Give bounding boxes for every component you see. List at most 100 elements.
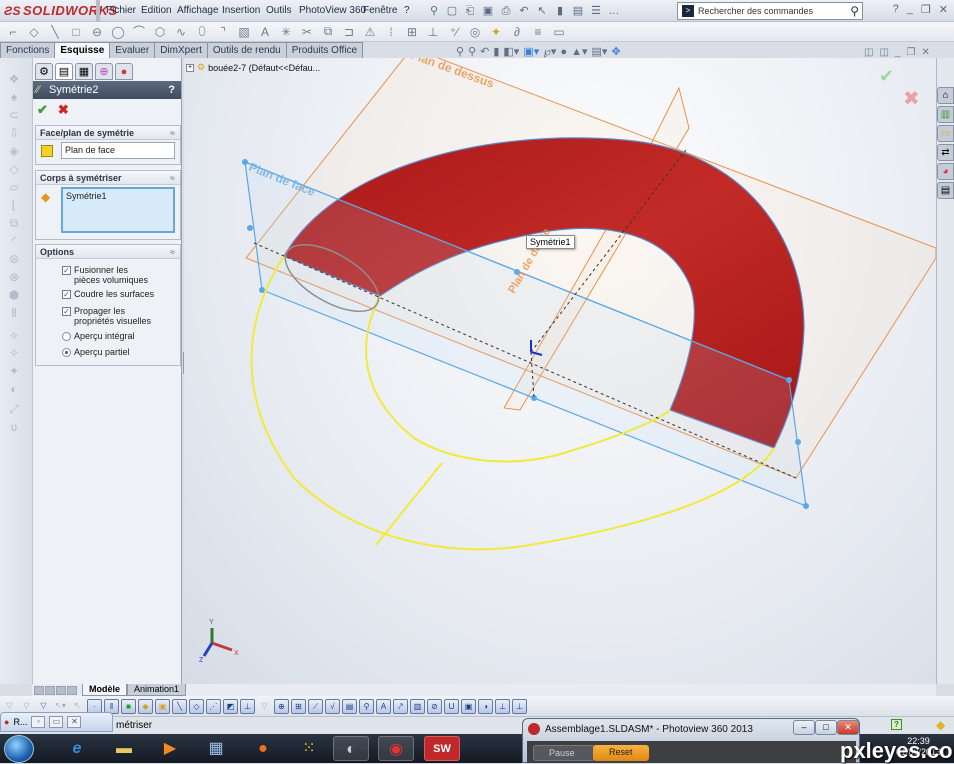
filter-center-marks-icon[interactable]: ▽ [257, 699, 272, 714]
next-tab-button[interactable] [56, 685, 66, 695]
start-button[interactable] [4, 735, 34, 763]
filter-solid-bodies-icon[interactable]: ▣ [155, 698, 170, 714]
filter-datum-targets-icon[interactable]: ⤤ [393, 698, 408, 714]
pin-icon[interactable]: ⚲ [426, 3, 442, 19]
tab-model[interactable]: Modèle [82, 684, 128, 696]
save-icon[interactable]: ▣ [480, 3, 496, 19]
help-button[interactable]: ? [168, 81, 175, 99]
trim-surface-icon[interactable]: ⊜ [6, 252, 22, 266]
tab-produits-office[interactable]: Produits Office [285, 42, 364, 58]
prev-tab-button[interactable] [45, 685, 55, 695]
pause-button[interactable]: Pause [533, 745, 595, 761]
collapse-icon[interactable]: ≈ [170, 126, 175, 140]
solidworks-launcher-icon[interactable]: ◉ [378, 736, 414, 761]
knit-surface-icon[interactable]: ⬢ [6, 288, 22, 302]
zoom-to-fit-icon[interactable]: ⚲ [456, 45, 464, 58]
minimize-icon[interactable]: _ [907, 3, 913, 16]
tab-fonctions[interactable]: Fonctions [0, 42, 56, 58]
ruled-surface-icon[interactable]: ⧉ [6, 216, 22, 230]
print-icon[interactable]: ⎙ [498, 3, 514, 19]
previous-view-icon[interactable]: ↶ [480, 45, 489, 58]
media-player-icon[interactable]: ▶ [157, 736, 183, 761]
filter-geometric-tolerance-icon[interactable]: √ [325, 698, 340, 714]
edit-appearance-icon[interactable]: ● [560, 46, 567, 58]
view-settings-icon[interactable]: ▤▾ [592, 45, 608, 58]
solidworks-logo[interactable]: ƧS SOLIDWORKS [4, 3, 118, 18]
filter-centerline-icon[interactable]: ⊕ [274, 698, 289, 714]
thicken-icon[interactable]: Ⅱ [6, 306, 22, 320]
graphics-area[interactable]: Plan de dessus Plan de face Plan de droi… [184, 58, 936, 684]
pv-maximize-button[interactable]: □ [815, 720, 837, 735]
fill-icon[interactable]: ◇ [6, 162, 22, 176]
view-orientation-icon[interactable]: ◧▾ [503, 45, 519, 58]
options-icon[interactable]: ☰ [588, 3, 604, 19]
curves-icon[interactable]: ⤢ [6, 402, 22, 416]
slot-icon[interactable]: ⊖ [88, 25, 106, 39]
confirm-ok-icon[interactable]: ✔ [879, 66, 894, 87]
split-right-icon[interactable]: ◫ [879, 47, 888, 58]
filter-planes-icon[interactable]: ◇ [189, 698, 204, 714]
move-face-icon[interactable]: ⟡ [6, 328, 22, 342]
close-icon[interactable]: ✕ [939, 3, 948, 16]
minimized-window[interactable]: ● R... ▫ ▭ ✕ [0, 712, 113, 732]
feature-manager-tab[interactable]: ⚙ [35, 63, 53, 80]
text-icon[interactable]: A [256, 25, 274, 39]
design-library-icon[interactable]: ▥ [937, 106, 954, 123]
smart-dimension-icon[interactable]: ◇ [25, 25, 43, 39]
file-explorer-icon[interactable]: ▭ [937, 125, 954, 142]
extrude-icon[interactable]: ❖ [6, 72, 22, 86]
checkbox[interactable]: ✓ [62, 307, 71, 316]
filter-balloons-icon[interactable]: ⚲ [359, 698, 374, 714]
view-palette-icon[interactable]: ⇄ [937, 144, 954, 161]
appearances-icon[interactable]: ◕ [937, 163, 954, 180]
filter-notes-icon[interactable]: ▤ [342, 698, 357, 714]
boundary-icon[interactable]: ◈ [6, 144, 22, 158]
help-icon[interactable]: ? [893, 3, 899, 16]
filter-midpoints-icon[interactable]: ⊥ [240, 698, 255, 714]
revolve-icon[interactable]: ♠ [6, 90, 22, 104]
group-header[interactable]: Corps à symétriser ≈ [36, 171, 180, 185]
arc-icon[interactable]: ⌒ [130, 23, 148, 40]
command-search[interactable]: > Rechercher des commandes ⚲ [677, 2, 863, 20]
move-entities-icon[interactable]: ⊞ [403, 25, 421, 39]
convert-entities-icon[interactable]: ⧉ [319, 24, 337, 39]
untrim-icon[interactable]: ✦ [6, 364, 22, 378]
confirm-cancel-icon[interactable]: ✖ [903, 86, 920, 111]
instant2d-icon[interactable]: ∂ [508, 25, 526, 39]
filter-surface-bodies-icon[interactable]: ◆ [138, 698, 153, 714]
filter-surface-finish-icon[interactable]: ⟋ [308, 698, 323, 714]
calculator-icon[interactable]: ▦ [203, 736, 229, 761]
tree-root-item[interactable]: bouée2-7 (Défaut<<Défau... [208, 63, 320, 73]
line-icon[interactable]: ╲ [46, 25, 64, 39]
solidworks-app-icon[interactable]: SW [424, 736, 460, 761]
pv-close-button[interactable]: ✕ [837, 720, 859, 735]
bodies-list[interactable]: Symétrie1 [61, 187, 175, 233]
sweep-icon[interactable]: ⊂ [6, 108, 22, 122]
file-properties-icon[interactable]: ▤ [570, 3, 586, 19]
fillet-surface-icon[interactable]: ◜ [6, 234, 22, 248]
menu-fichier[interactable]: Fichier [106, 5, 136, 16]
filter-routing-points-icon[interactable]: ⊥ [495, 698, 510, 714]
filter-axes-icon[interactable]: ╲ [172, 698, 187, 714]
tag-icon[interactable]: ◆ [936, 718, 945, 732]
rectangle-icon[interactable]: □ [67, 25, 85, 39]
tab-animation1[interactable]: Animation1 [127, 684, 187, 696]
new-document-icon[interactable]: ▢ [444, 3, 460, 19]
filter-cosmetic-thread-icon[interactable]: Ｕ [444, 698, 459, 714]
maximize-icon[interactable]: ▭ [49, 716, 64, 728]
mirror-plane-field[interactable]: Plan de face [61, 142, 175, 159]
dimxpert-manager-tab[interactable]: ⊕ [95, 63, 113, 80]
zoom-to-area-icon[interactable]: ⚲ [468, 45, 476, 58]
menu-insertion[interactable]: Insertion [222, 5, 260, 16]
option-knit-surfaces[interactable]: ✓ Coudre les surfaces [62, 289, 154, 299]
filter-hatch-icon[interactable]: ▥ [410, 698, 425, 714]
rapid-sketch-icon[interactable]: ✦ [487, 25, 505, 39]
hide-show-icon[interactable]: ℘▾ [543, 45, 556, 58]
cancel-button[interactable]: ✖ [58, 102, 69, 118]
doc-minimize-icon[interactable]: _ [895, 47, 901, 58]
ok-button[interactable]: ✔ [37, 102, 48, 118]
display-style-icon[interactable]: ▣▾ [523, 45, 539, 58]
filter-sketch-points-icon[interactable]: ⋰ [206, 698, 221, 714]
cut-with-surface-icon[interactable]: ◐ [6, 382, 22, 396]
delete-face-icon[interactable]: ⊗ [6, 270, 22, 284]
